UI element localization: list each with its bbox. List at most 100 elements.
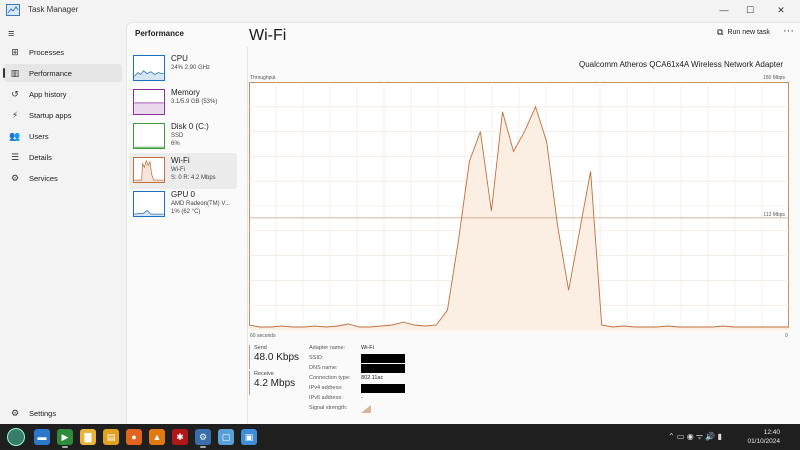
gear-icon: ⚙: [10, 407, 20, 418]
property-key: Signal strength:: [309, 405, 348, 411]
device-sub1: Wi-Fi: [171, 167, 185, 173]
mid-scale-label: 113 Mbps: [763, 212, 785, 218]
file-explorer-icon[interactable]: ▇: [80, 429, 96, 445]
device-sub1: 24% 2.90 GHz: [171, 65, 211, 71]
send-stat: Send 48.0 Kbps: [249, 345, 309, 369]
property-key: IPv4 address:: [309, 385, 343, 391]
taskbar: ▬ ▶ ▇ ▤ ● ▲ ✱ ⚙ ▢ ▣ ⌃ ▭ ◉ ᯤ 🔊 ▮ 12:40 01/10/2024: [0, 424, 800, 450]
send-label: Send: [254, 345, 267, 351]
sidebar-item-performance[interactable]: ▥ Performance: [3, 64, 122, 82]
device-sub2: 6%: [171, 141, 180, 147]
maximize-button[interactable]: ☐: [738, 0, 762, 20]
device-name: CPU: [171, 54, 188, 63]
device-name: Wi-Fi: [171, 156, 190, 165]
sidebar-item-label: Details: [29, 152, 52, 162]
device-wi-fi[interactable]: Wi-Fi Wi-Fi S: 0 R: 4.2 Mbps: [129, 153, 237, 189]
task-manager-icon: [6, 4, 20, 16]
running-indicator: [62, 446, 68, 448]
sidebar-item-services[interactable]: ⚙ Services: [4, 169, 122, 187]
property-key: SSID:: [309, 355, 324, 361]
throughput-graph: 113 Mbps: [249, 82, 789, 330]
close-button[interactable]: ✕: [764, 0, 798, 20]
throughput-label: Throughput: [250, 75, 276, 81]
sidebar-item-label: Services: [29, 173, 58, 183]
minimize-button[interactable]: —: [712, 0, 736, 20]
sidebar-item-users[interactable]: 👥 Users: [4, 127, 122, 145]
property-row: Signal strength:: [309, 405, 429, 415]
receive-label: Receive: [254, 371, 274, 377]
main-panel: Performance ⧉ Run new task ··· CPU 24% 2.…: [126, 22, 800, 425]
sidebar-item-label: App history: [29, 89, 67, 99]
zero-label: 0: [785, 333, 788, 339]
sidebar: ≡ ⊞ Processes ▥ Performance ↺ App history ⚡ Sta…: [0, 22, 126, 424]
property-row: DNS name:: [309, 364, 429, 375]
property-key: Adapter name:: [309, 345, 346, 351]
property-value: -: [361, 395, 363, 401]
sidebar-item-settings[interactable]: ⚙ Settings: [4, 404, 122, 422]
device-name: Memory: [171, 88, 200, 97]
property-key: IPv6 address:: [309, 395, 343, 401]
device-cpu[interactable]: CPU 24% 2.90 GHz: [129, 51, 237, 87]
device-sub1: 3.1/5.9 GB (53%): [171, 99, 218, 105]
property-key: Connection type:: [309, 375, 351, 381]
window-title: Task Manager: [28, 5, 79, 14]
screen-app-icon[interactable]: ▢: [218, 429, 234, 445]
device-disk-0-c[interactable]: Disk 0 (C:) SSD 6%: [129, 119, 237, 155]
device-sub1: SSD: [171, 133, 184, 139]
clock[interactable]: 12:40 01/10/2024: [746, 428, 780, 446]
photos-icon[interactable]: ▣: [241, 429, 257, 445]
device-sub1: AMD Radeon(TM) V...: [171, 201, 230, 207]
device-thumbnail: [133, 191, 165, 217]
sidebar-item-label: Settings: [29, 408, 57, 418]
page-title: Performance: [135, 29, 184, 38]
firefox-icon[interactable]: ●: [126, 429, 142, 445]
adapter-name: Qualcomm Atheros QCA61x4A Wireless Netwo…: [579, 60, 784, 69]
run-new-task-label: Run new task: [727, 29, 770, 36]
details-icon: ☰: [10, 151, 20, 162]
run-new-task-button[interactable]: ⧉ Run new task: [717, 27, 770, 38]
run-task-icon: ⧉: [717, 27, 724, 37]
redacted-value: [361, 364, 405, 373]
files-icon[interactable]: ▤: [103, 429, 119, 445]
device-gpu-0[interactable]: GPU 0 AMD Radeon(TM) V... 1% (62 °C): [129, 187, 237, 223]
receive-stat: Receive 4.2 Mbps: [249, 371, 309, 395]
title-bar: Task Manager — ☐ ✕: [0, 0, 800, 22]
sidebar-item-label: Processes: [29, 47, 65, 57]
device-sub2: 1% (62 °C): [171, 209, 201, 215]
vlc-icon[interactable]: ▲: [149, 429, 165, 445]
settings-app-icon[interactable]: ⚙: [195, 429, 211, 445]
device-thumbnail: [133, 157, 165, 183]
divider: [247, 47, 248, 425]
sidebar-item-processes[interactable]: ⊞ Processes: [4, 43, 122, 61]
hamburger-menu-icon[interactable]: ≡: [8, 28, 14, 40]
redacted-value: [361, 384, 405, 393]
device-thumbnail: [133, 123, 165, 149]
sidebar-item-app-history[interactable]: ↺ App history: [4, 85, 122, 103]
start-button-icon[interactable]: [7, 428, 25, 446]
sidebar-item-label: Startup apps: [29, 110, 72, 120]
services-icon: ⚙: [10, 172, 20, 183]
red-app-icon[interactable]: ✱: [172, 429, 188, 445]
startup-icon: ⚡: [11, 109, 19, 120]
grid-icon: ⊞: [11, 46, 19, 57]
system-tray[interactable]: ⌃ ▭ ◉ ᯤ 🔊 ▮: [668, 431, 722, 442]
performance-icon: ▥: [10, 67, 20, 78]
sidebar-item-label: Performance: [29, 68, 72, 78]
device-title: Wi-Fi: [249, 27, 287, 44]
device-name: GPU 0: [171, 190, 196, 199]
property-value: Wi-Fi: [361, 345, 374, 351]
device-name: Disk 0 (C:): [171, 122, 209, 131]
clock-date: 01/10/2024: [747, 438, 780, 445]
property-value: 802.11ac: [361, 375, 384, 381]
green-app-icon[interactable]: ▶: [57, 429, 73, 445]
time-span-label: 60 seconds: [250, 333, 276, 339]
history-icon: ↺: [11, 88, 19, 99]
device-memory[interactable]: Memory 3.1/5.9 GB (53%): [129, 85, 237, 121]
property-row: IPv6 address: -: [309, 395, 429, 405]
terminal-icon[interactable]: ▬: [34, 429, 50, 445]
more-options-button[interactable]: ···: [783, 25, 794, 37]
sidebar-item-details[interactable]: ☰ Details: [4, 148, 122, 166]
max-scale-label: 150 Mbps: [763, 75, 785, 81]
property-key: DNS name:: [309, 365, 338, 371]
sidebar-item-startup-apps[interactable]: ⚡ Startup apps: [4, 106, 122, 124]
